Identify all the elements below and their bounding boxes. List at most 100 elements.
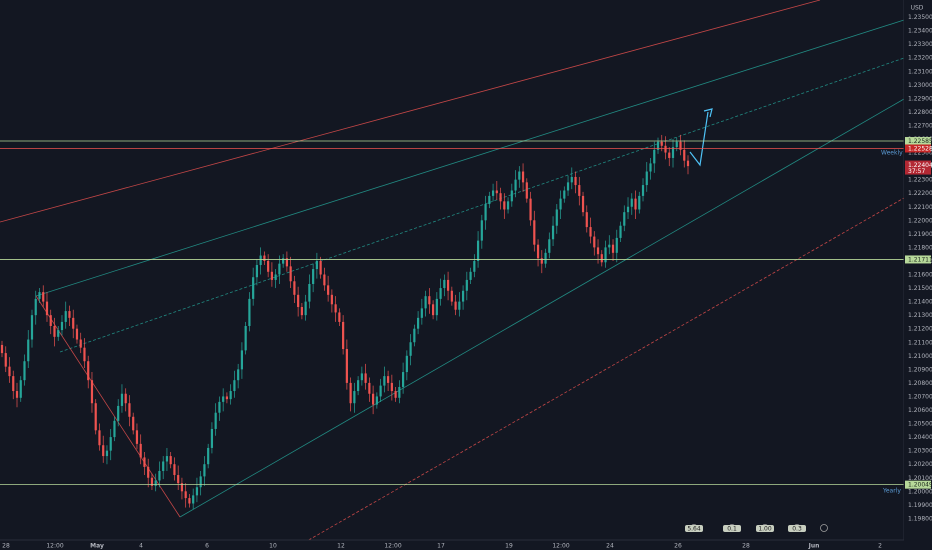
candle-body (619, 225, 622, 238)
time-tick-label: 12:00 (384, 543, 401, 550)
candle-body (402, 372, 405, 387)
countdown-text: 37:57 (908, 168, 925, 175)
candle-body (229, 391, 232, 400)
candle-body (45, 301, 49, 316)
candle-body (188, 498, 191, 504)
candle-body (293, 281, 296, 295)
candle-body (192, 495, 195, 504)
time-tick-label: May (90, 543, 104, 550)
candle-body (372, 393, 375, 405)
candle-body (544, 252, 547, 264)
price-tick-label: 1.20400 (908, 434, 932, 441)
price-tick-label: 1.21500 (908, 285, 932, 292)
candle-body (282, 258, 285, 264)
candle-body (443, 279, 446, 289)
candle-body (132, 416, 135, 431)
candle-body (563, 190, 566, 199)
candle-body (109, 437, 112, 451)
candle-body (548, 239, 551, 253)
candle-body (162, 461, 165, 471)
candle-body (484, 204, 487, 221)
candle-body (68, 311, 71, 318)
candle-body (465, 279, 468, 291)
candle-body (357, 380, 360, 392)
candle-body (570, 176, 573, 183)
candle-body (120, 393, 124, 406)
candle-body (117, 405, 120, 421)
price-tick-label: 1.23100 (908, 68, 932, 75)
candle-body (353, 391, 356, 404)
candle-body (458, 301, 461, 310)
candle-body (383, 376, 386, 386)
event-badge[interactable]: 5.64 (685, 524, 703, 533)
candle-body (94, 403, 97, 431)
candle-body (38, 292, 41, 299)
chart-canvas[interactable]: Yearly Weekly USD 1.23500 1.23400 1.23300 1.2… (0, 0, 932, 550)
candle-body (87, 361, 90, 381)
candle-body (349, 382, 352, 404)
price-tick-label: 1.21300 (908, 312, 932, 319)
candle-body (342, 321, 345, 350)
level-side-label: Weekly (881, 149, 903, 156)
price-tick-label: 1.20800 (908, 380, 932, 387)
time-tick-label: 2 (878, 543, 882, 550)
event-badge[interactable]: 1.00 (756, 524, 774, 533)
candle-body (72, 317, 75, 329)
candle-body (113, 420, 116, 438)
price-tick-label: 1.23300 (908, 41, 932, 48)
candle-body (207, 447, 210, 465)
candle-body (416, 317, 420, 329)
candle-body (600, 254, 603, 263)
price-tick-label: 1.21600 (908, 272, 932, 279)
price-tick-label: 1.19800 (908, 515, 932, 522)
candle-body (27, 339, 30, 362)
time-tick-label: 17 (437, 543, 445, 550)
candle-body (338, 312, 341, 322)
time-tick-label: 28 (2, 543, 10, 550)
candle-body (300, 307, 303, 316)
candle-body (225, 396, 229, 400)
candle-body (488, 195, 491, 205)
price-tick-label: 1.20700 (908, 393, 932, 400)
candle-body (506, 201, 510, 210)
candle-body (248, 298, 251, 326)
candle-body (608, 244, 611, 248)
candle-body (184, 491, 187, 499)
candle-body (533, 220, 536, 245)
candle-body (409, 342, 412, 356)
candle-body (274, 274, 277, 280)
level-price-tag-text: 1.20049 (908, 482, 932, 489)
candle-body (461, 290, 465, 302)
candle-body (476, 240, 480, 261)
candle-body (102, 445, 105, 457)
candle-body (98, 430, 101, 446)
time-tick-label: 19 (505, 543, 513, 550)
candle-body (480, 220, 483, 241)
candle-body (379, 385, 382, 397)
event-badge[interactable]: 0.3 (788, 524, 806, 533)
candle-body (345, 349, 348, 383)
candle-body (105, 450, 109, 457)
time-tick-label: 12 (337, 543, 345, 550)
candle-body (360, 373, 363, 381)
candle-body (364, 373, 367, 383)
candle-body (143, 457, 146, 467)
candle-body (514, 179, 517, 191)
price-tick-label: 1.23200 (908, 55, 932, 62)
time-tick-label: Jun (808, 543, 820, 550)
price-tick-label: 1.21900 (908, 231, 932, 238)
candle-body (638, 195, 641, 210)
candle-body (83, 347, 86, 362)
candle-body (49, 315, 52, 326)
candle-body (173, 464, 176, 476)
event-badge-text: 1.00 (758, 526, 772, 533)
candle-body (135, 430, 139, 444)
candle-body (491, 190, 495, 196)
candle-body (297, 294, 300, 308)
candle-body (559, 198, 562, 210)
candle-body (42, 292, 45, 302)
candle-body (578, 185, 581, 196)
event-badge[interactable]: 0.1 (723, 524, 741, 533)
time-tick-label: 24 (606, 543, 614, 550)
candle-body (503, 201, 506, 210)
